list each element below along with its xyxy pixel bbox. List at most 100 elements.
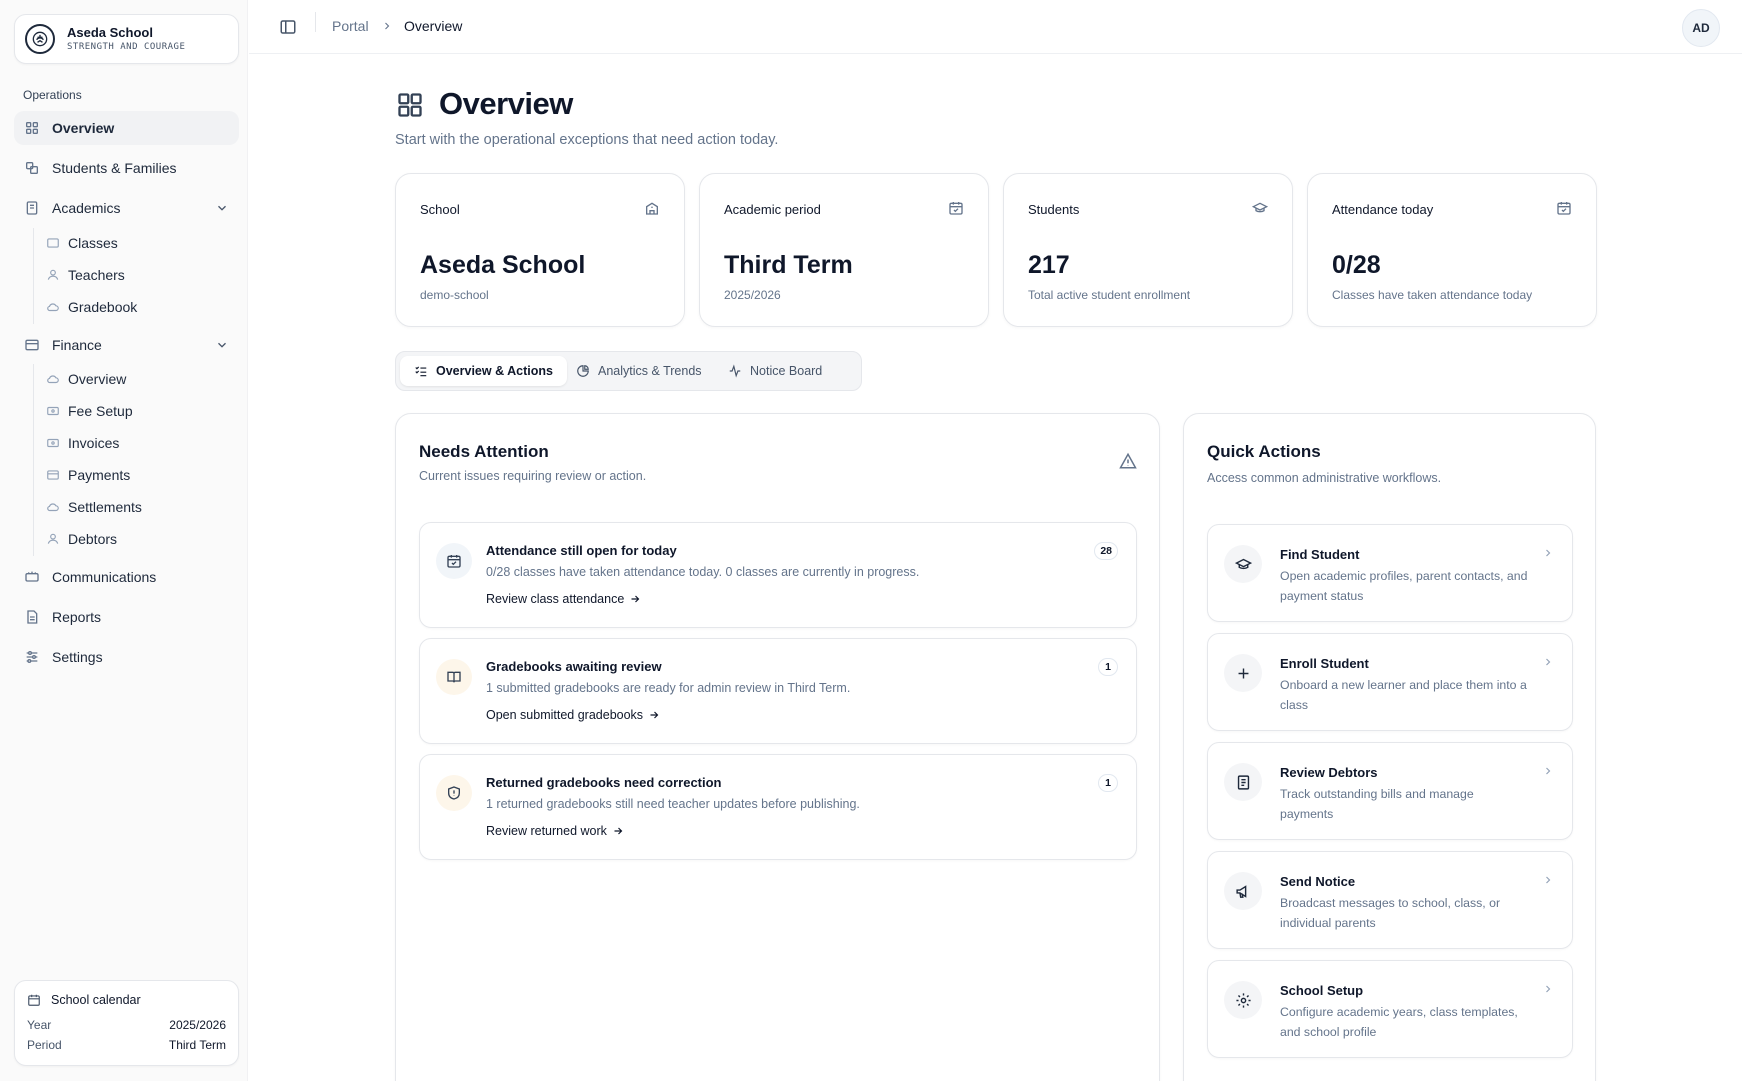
warning-triangle-icon	[1119, 452, 1137, 470]
tab-analytics-trends[interactable]: Analytics & Trends	[562, 356, 716, 386]
gear-icon	[1224, 981, 1262, 1019]
breadcrumb-current: Overview	[404, 18, 463, 34]
tab-notice-board[interactable]: Notice Board	[714, 356, 836, 386]
megaphone-icon	[1224, 872, 1262, 910]
stat-caption: demo-school	[420, 288, 489, 302]
book-open-icon	[436, 659, 472, 695]
graduation-cap-icon	[1252, 200, 1268, 216]
subitem-label: Overview	[68, 371, 127, 387]
breadcrumb-portal[interactable]: Portal	[332, 18, 369, 34]
stat-label: Attendance today	[1332, 202, 1434, 217]
chevron-right-icon	[1542, 874, 1554, 886]
school-switcher[interactable]: Aseda School STRENGTH AND COURAGE	[14, 14, 239, 64]
sidebar-subitem-settlements[interactable]: Settlements	[46, 494, 142, 520]
people-icon	[46, 532, 60, 546]
quick-action-title: Send Notice	[1280, 874, 1356, 889]
stat-card-attendance: Attendance today 0/28 Classes have taken…	[1307, 173, 1597, 327]
attention-item[interactable]: Attendance still open for today 0/28 cla…	[419, 522, 1137, 628]
quick-action-description: Onboard a new learner and place them int…	[1280, 678, 1527, 712]
quick-action-description: Open academic profiles, parent contacts,…	[1280, 569, 1528, 603]
calendar-check-icon	[436, 543, 472, 579]
attention-item[interactable]: Returned gradebooks need correction 1 re…	[419, 754, 1137, 860]
stat-card-academic-period: Academic period Third Term 2025/2026	[699, 173, 989, 327]
sidebar-item-academics[interactable]: Academics	[14, 191, 239, 225]
stat-value: 0/28	[1332, 251, 1381, 279]
grid-icon	[24, 120, 40, 136]
tab-label: Analytics & Trends	[598, 364, 702, 378]
sidebar-subitem-teachers[interactable]: Teachers	[46, 262, 125, 288]
subitem-label: Invoices	[68, 435, 120, 451]
calendar-period-row: Period Third Term	[27, 1035, 226, 1055]
quick-action-title: Review Debtors	[1280, 765, 1378, 780]
calendar-check-icon	[1556, 200, 1572, 216]
stat-label: School	[420, 202, 460, 217]
count-badge: 28	[1094, 542, 1118, 560]
sidebar-subitem-classes[interactable]: Classes	[46, 230, 118, 256]
quick-action-send-notice[interactable]: Send Notice Broadcast messages to school…	[1207, 851, 1573, 949]
submenu-divider	[33, 228, 34, 324]
stat-value: 217	[1028, 251, 1070, 279]
sidebar-item-overview[interactable]: Overview	[14, 111, 239, 145]
subitem-label: Debtors	[68, 531, 118, 547]
tab-label: Notice Board	[750, 364, 823, 378]
sidebar-item-students-families[interactable]: Students & Families	[14, 151, 239, 185]
sidebar-item-label: Settings	[52, 649, 103, 665]
stat-value: Aseda School	[420, 251, 586, 279]
stat-card-students: Students 217 Total active student enroll…	[1003, 173, 1293, 327]
quick-action-review-debtors[interactable]: Review Debtors Track outstanding bills a…	[1207, 742, 1573, 840]
subitem-label: Classes	[68, 235, 118, 251]
subitem-label: Fee Setup	[68, 403, 133, 419]
sidebar-subitem-invoices[interactable]: Invoices	[46, 430, 119, 456]
chevron-right-icon	[1542, 983, 1554, 995]
sidebar-item-settings[interactable]: Settings	[14, 640, 239, 674]
sidebar-subitem-debtors[interactable]: Debtors	[46, 526, 117, 552]
quick-action-title: Enroll Student	[1280, 656, 1369, 671]
sidebar-item-communications[interactable]: Communications	[14, 560, 239, 594]
plus-icon	[1224, 654, 1262, 692]
sidebar-subitem-finance-overview[interactable]: Overview	[46, 366, 126, 392]
panel-title: Needs Attention	[419, 442, 549, 461]
user-avatar[interactable]: AD	[1682, 9, 1720, 47]
subitem-label: Payments	[68, 467, 131, 483]
file-icon	[24, 609, 40, 625]
calendar-year-row: Year 2025/2026	[27, 1015, 226, 1035]
stat-label: Students	[1028, 202, 1080, 217]
quick-action-school-setup[interactable]: School Setup Configure academic years, c…	[1207, 960, 1573, 1058]
quick-action-find-student[interactable]: Find Student Open academic profiles, par…	[1207, 524, 1573, 622]
review-returned-link[interactable]: Review returned work	[486, 824, 624, 838]
quick-action-enroll-student[interactable]: Enroll Student Onboard a new learner and…	[1207, 633, 1573, 731]
attention-item[interactable]: Gradebooks awaiting review 1 submitted g…	[419, 638, 1137, 744]
open-gradebooks-link[interactable]: Open submitted gradebooks	[486, 708, 660, 722]
tab-overview-actions[interactable]: Overview & Actions	[400, 356, 567, 386]
wallet-icon	[24, 337, 40, 353]
megaphone-icon	[24, 569, 40, 585]
quick-action-title: Find Student	[1280, 547, 1360, 562]
sidebar-item-finance[interactable]: Finance	[14, 328, 239, 362]
chevron-down-icon[interactable]	[215, 338, 229, 352]
stat-value: Third Term	[724, 251, 853, 279]
subitem-label: Teachers	[68, 267, 125, 283]
chevron-down-icon[interactable]	[215, 201, 229, 215]
subitem-label: Settlements	[68, 499, 142, 515]
attention-description: 1 returned gradebooks still need teacher…	[486, 797, 860, 811]
view-tabs: Overview & Actions Analytics & Trends No…	[395, 351, 862, 391]
stat-label: Academic period	[724, 202, 821, 217]
calendar-icon	[948, 200, 964, 216]
tab-label: Overview & Actions	[436, 364, 553, 378]
users-icon	[24, 160, 40, 176]
sidebar-toggle-icon[interactable]	[279, 18, 297, 36]
arrow-right-icon	[648, 709, 660, 721]
page-subtitle: Start with the operational exceptions th…	[395, 132, 779, 148]
sidebar-item-reports[interactable]: Reports	[14, 600, 239, 634]
top-bar: Portal Overview AD	[249, 0, 1742, 54]
sidebar-subitem-payments[interactable]: Payments	[46, 462, 130, 488]
sidebar-subitem-gradebook[interactable]: Gradebook	[46, 294, 137, 320]
sidebar-subitem-fee-setup[interactable]: Fee Setup	[46, 398, 133, 424]
school-icon	[644, 200, 660, 216]
cloud-icon	[46, 500, 60, 514]
book-icon	[24, 200, 40, 216]
review-attendance-link[interactable]: Review class attendance	[486, 592, 641, 606]
folder-icon	[46, 236, 60, 250]
stat-caption: 2025/2026	[724, 288, 781, 302]
quick-action-description: Track outstanding bills and manage payme…	[1280, 787, 1474, 821]
